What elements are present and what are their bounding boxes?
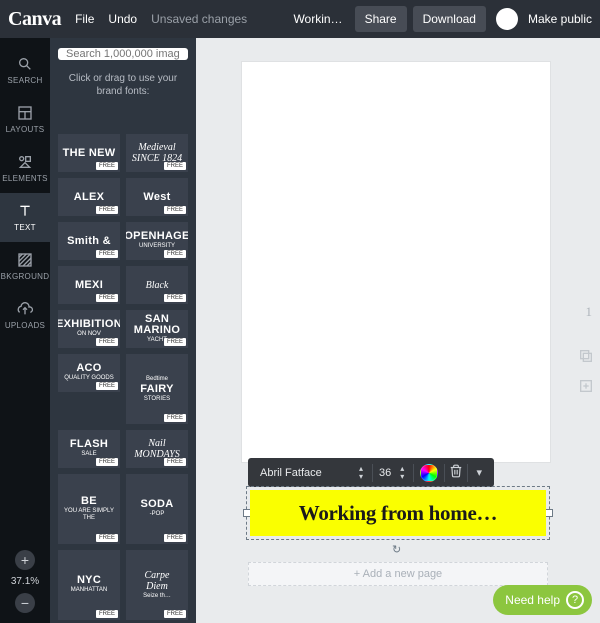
text-content[interactable]: Working from home… [299, 501, 497, 526]
text-template[interactable]: ALEXFREE [58, 178, 120, 216]
download-button[interactable]: Download [413, 6, 486, 32]
search-input[interactable] [58, 48, 188, 60]
free-badge: FREE [96, 534, 118, 542]
text-template[interactable]: MEXIFREE [58, 266, 120, 304]
free-badge: FREE [164, 414, 186, 422]
zoom-controls: + 37.1% − [11, 550, 39, 623]
rail-text[interactable]: TEXT [0, 193, 50, 242]
text-template[interactable]: FLASHSALEFREE [58, 430, 120, 468]
side-rail: SEARCH LAYOUTS ELEMENTS TEXT BKGROUND UP… [0, 38, 50, 623]
text-template[interactable]: SAN MARINOYACHTFREE [126, 310, 188, 348]
text-template[interactable]: MedievalSINCE 1824FREE [126, 134, 188, 172]
add-new-page[interactable]: + Add a new page [248, 562, 548, 586]
text-template[interactable]: WestFREE [126, 178, 188, 216]
rail-search[interactable]: SEARCH [0, 46, 50, 95]
layouts-icon [17, 105, 33, 121]
add-page-icon[interactable] [578, 378, 594, 394]
free-badge: FREE [164, 294, 186, 302]
rail-elements[interactable]: ELEMENTS [0, 144, 50, 193]
text-template[interactable]: EXHIBITIONON NOVFREE [58, 310, 120, 348]
free-badge: FREE [96, 206, 118, 214]
menu-undo[interactable]: Undo [108, 12, 137, 26]
free-badge: FREE [96, 294, 118, 302]
font-family-stepper[interactable]: ▴▾ [356, 465, 366, 481]
text-template[interactable]: NYCMANHATTANFREE [58, 550, 120, 620]
free-badge: FREE [96, 338, 118, 346]
page-number: 1 [586, 304, 593, 320]
color-picker[interactable] [420, 464, 438, 482]
text-panel: Click or drag to use your brand fonts: A… [50, 38, 196, 623]
search-icon [17, 56, 33, 72]
free-badge: FREE [164, 162, 186, 170]
canvas-area[interactable]: 1 Abril Fatface ▴▾ 36 ▴▾ ▾ ↻ Working fro… [196, 38, 600, 623]
font-family-select[interactable]: Abril Fatface [252, 467, 356, 479]
help-icon: ? [566, 591, 584, 609]
zoom-in-button[interactable]: + [15, 550, 35, 570]
zoom-out-button[interactable]: − [15, 593, 35, 613]
top-bar: Canva File Undo Unsaved changes Workin… … [0, 0, 600, 38]
rail-bkground[interactable]: BKGROUND [0, 242, 50, 291]
help-button[interactable]: Need help ? [493, 585, 592, 615]
free-badge: FREE [164, 250, 186, 258]
free-badge: FREE [96, 382, 118, 390]
logo[interactable]: Canva [8, 8, 61, 31]
avatar[interactable] [496, 8, 518, 30]
rotate-handle[interactable]: ↻ [392, 543, 404, 555]
text-template[interactable]: THE NEWFREE [58, 134, 120, 172]
free-badge: FREE [164, 534, 186, 542]
rail-layouts[interactable]: LAYOUTS [0, 95, 50, 144]
text-icon [17, 203, 33, 219]
more-options[interactable]: ▾ [468, 466, 490, 479]
menu-file[interactable]: File [75, 12, 94, 26]
free-badge: FREE [164, 458, 186, 466]
free-badge: FREE [164, 610, 186, 618]
resize-handle-e[interactable] [545, 509, 553, 517]
rail-uploads[interactable]: UPLOADS [0, 291, 50, 340]
free-badge: FREE [96, 162, 118, 170]
panel-hint: Click or drag to use your brand fonts: [58, 72, 188, 98]
template-grid: THE NEWFREEMedievalSINCE 1824FREEALEXFRE… [58, 134, 188, 623]
share-button[interactable]: Share [355, 6, 407, 32]
text-template[interactable]: NailMONDAYSFREE [126, 430, 188, 468]
text-element[interactable]: Working from home… [250, 490, 546, 536]
free-badge: FREE [164, 206, 186, 214]
background-icon [17, 252, 33, 268]
text-toolbar: Abril Fatface ▴▾ 36 ▴▾ ▾ [248, 458, 494, 487]
zoom-level: 37.1% [11, 576, 39, 587]
font-size-stepper[interactable]: ▴▾ [397, 465, 407, 481]
text-template[interactable]: ACOQUALITY GOODSFREE [58, 354, 120, 392]
make-public-button[interactable]: Make public [528, 12, 592, 26]
free-badge: FREE [164, 338, 186, 346]
free-badge: FREE [96, 610, 118, 618]
uploads-icon [17, 301, 33, 317]
text-template[interactable]: SODA-POPFREE [126, 474, 188, 544]
text-template[interactable]: Smith &FREE [58, 222, 120, 260]
copy-page-icon[interactable] [578, 348, 594, 364]
text-template[interactable]: BEYOU ARE SIMPLY THEFREE [58, 474, 120, 544]
text-template[interactable]: CarpeDiemSeize th…FREE [126, 550, 188, 620]
text-template[interactable]: COPENHAGENUNIVERSITYFREE [126, 222, 188, 260]
unsaved-changes: Unsaved changes [151, 12, 247, 26]
font-size-input[interactable]: 36 [373, 467, 397, 479]
document-name[interactable]: Workin… [293, 12, 342, 26]
free-badge: FREE [96, 458, 118, 466]
text-template[interactable]: BlackFREE [126, 266, 188, 304]
page[interactable] [242, 62, 550, 462]
delete-button[interactable] [445, 464, 467, 481]
free-badge: FREE [96, 250, 118, 258]
text-template[interactable]: BedtimeFAIRYSTORIESFREE [126, 354, 188, 424]
elements-icon [17, 154, 33, 170]
